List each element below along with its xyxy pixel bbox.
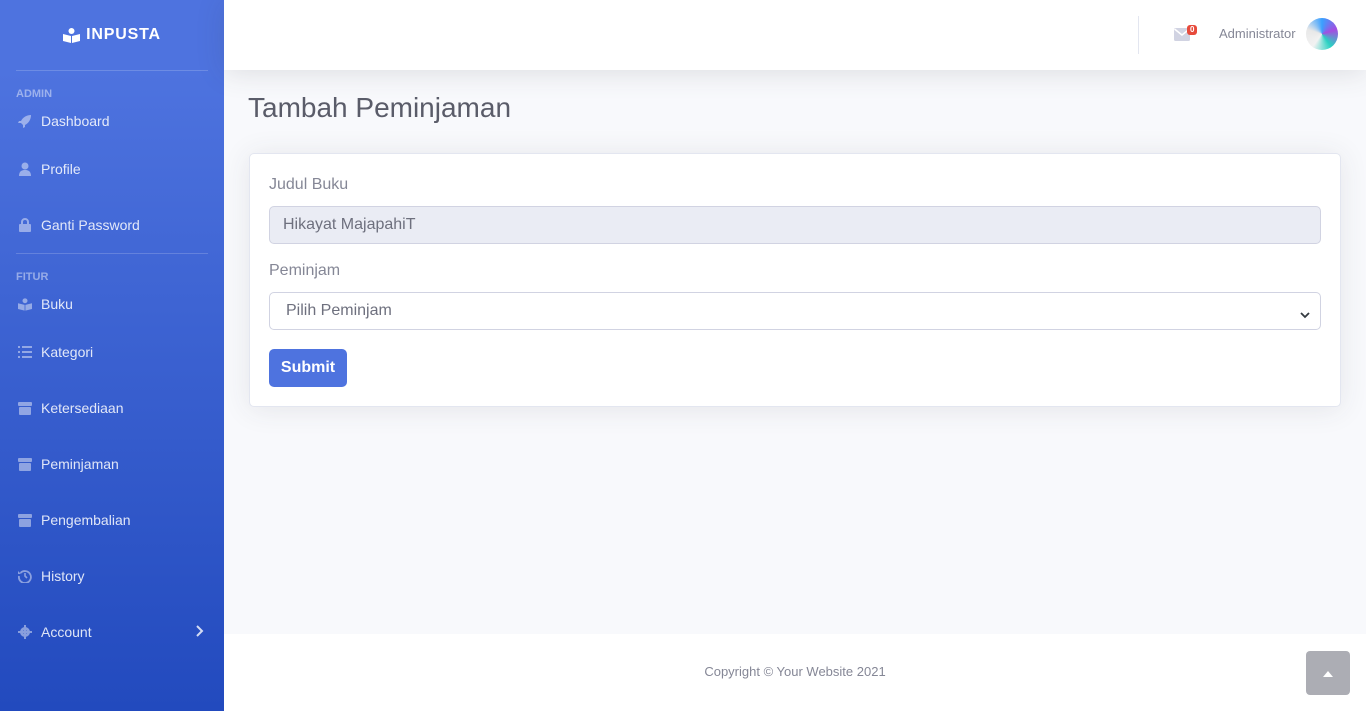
rocket-icon <box>17 113 33 129</box>
peminjam-selected-value: Pilih Peminjam <box>286 302 392 319</box>
history-icon <box>17 568 33 584</box>
sidebar-item-label: Ganti Password <box>41 217 140 233</box>
submit-button[interactable]: Submit <box>269 349 347 387</box>
sidebar-item-peminjaman[interactable]: Peminjaman <box>0 436 224 492</box>
peminjam-select[interactable]: Pilih Peminjam <box>269 292 1321 330</box>
sidebar-item-kategori[interactable]: Kategori <box>0 324 224 380</box>
sidebar-heading-admin: ADMIN <box>16 88 53 100</box>
archive-icon <box>17 512 33 528</box>
book-reader-icon <box>63 27 81 43</box>
sidebar-item-history[interactable]: History <box>0 548 224 604</box>
brand[interactable]: INPUSTA <box>0 0 224 70</box>
judul-buku-field[interactable]: Hikayat MajapahiT <box>269 206 1321 244</box>
sidebar-item-label: Dashboard <box>41 113 110 129</box>
scroll-to-top-button[interactable] <box>1306 651 1350 695</box>
user-icon <box>17 161 33 177</box>
chevron-down-icon <box>1300 306 1310 324</box>
sidebar-item-profile[interactable]: Profile <box>0 141 224 197</box>
sidebar-item-label: Pengembalian <box>41 512 131 528</box>
sidebar-item-label: Kategori <box>41 344 94 360</box>
form-card: Judul Buku Hikayat MajapahiT Peminjam Pi… <box>249 153 1341 407</box>
sidebar-item-account[interactable]: Account <box>0 604 224 660</box>
archive-icon <box>17 400 33 416</box>
sidebar-item-label: Peminjaman <box>41 456 119 472</box>
sidebar-item-label: Profile <box>41 161 81 177</box>
sidebar-item-buku[interactable]: Buku <box>0 284 224 324</box>
sidebar-item-ketersediaan[interactable]: Ketersediaan <box>0 380 224 436</box>
user-name[interactable]: Administrator <box>1219 26 1296 41</box>
sidebar-item-dashboard[interactable]: Dashboard <box>0 101 224 141</box>
sidebar-item-label: Ketersediaan <box>41 400 124 416</box>
footer: Copyright © Your Website 2021 <box>224 634 1366 711</box>
book-reader-icon <box>17 296 33 312</box>
topbar: 0 Administrator <box>224 0 1366 70</box>
message-count-badge: 0 <box>1187 25 1198 35</box>
lock-icon <box>17 217 33 233</box>
sidebar-item-label: History <box>41 568 85 584</box>
avatar[interactable] <box>1306 18 1338 50</box>
page-title: Tambah Peminjaman <box>248 92 512 123</box>
topbar-divider <box>1138 16 1139 54</box>
chevron-right-icon <box>196 624 204 640</box>
list-icon <box>17 344 33 360</box>
chevron-up-icon <box>1323 664 1333 682</box>
sidebar-item-label: Buku <box>41 296 73 312</box>
sidebar-item-pengembalian[interactable]: Pengembalian <box>0 492 224 548</box>
sidebar-item-label: Account <box>41 624 92 640</box>
copyright-text: Copyright © Your Website 2021 <box>704 664 886 679</box>
gear-icon <box>17 624 33 640</box>
archive-icon <box>17 456 33 472</box>
judul-buku-label: Judul Buku <box>269 176 349 193</box>
brand-name: INPUSTA <box>86 26 161 43</box>
peminjam-label: Peminjam <box>269 262 341 279</box>
sidebar-heading-fitur: FITUR <box>16 271 49 283</box>
sidebar-item-ganti-password[interactable]: Ganti Password <box>0 197 224 253</box>
sidebar: INPUSTA ADMIN Dashboard Profile Ganti Pa… <box>0 0 224 711</box>
